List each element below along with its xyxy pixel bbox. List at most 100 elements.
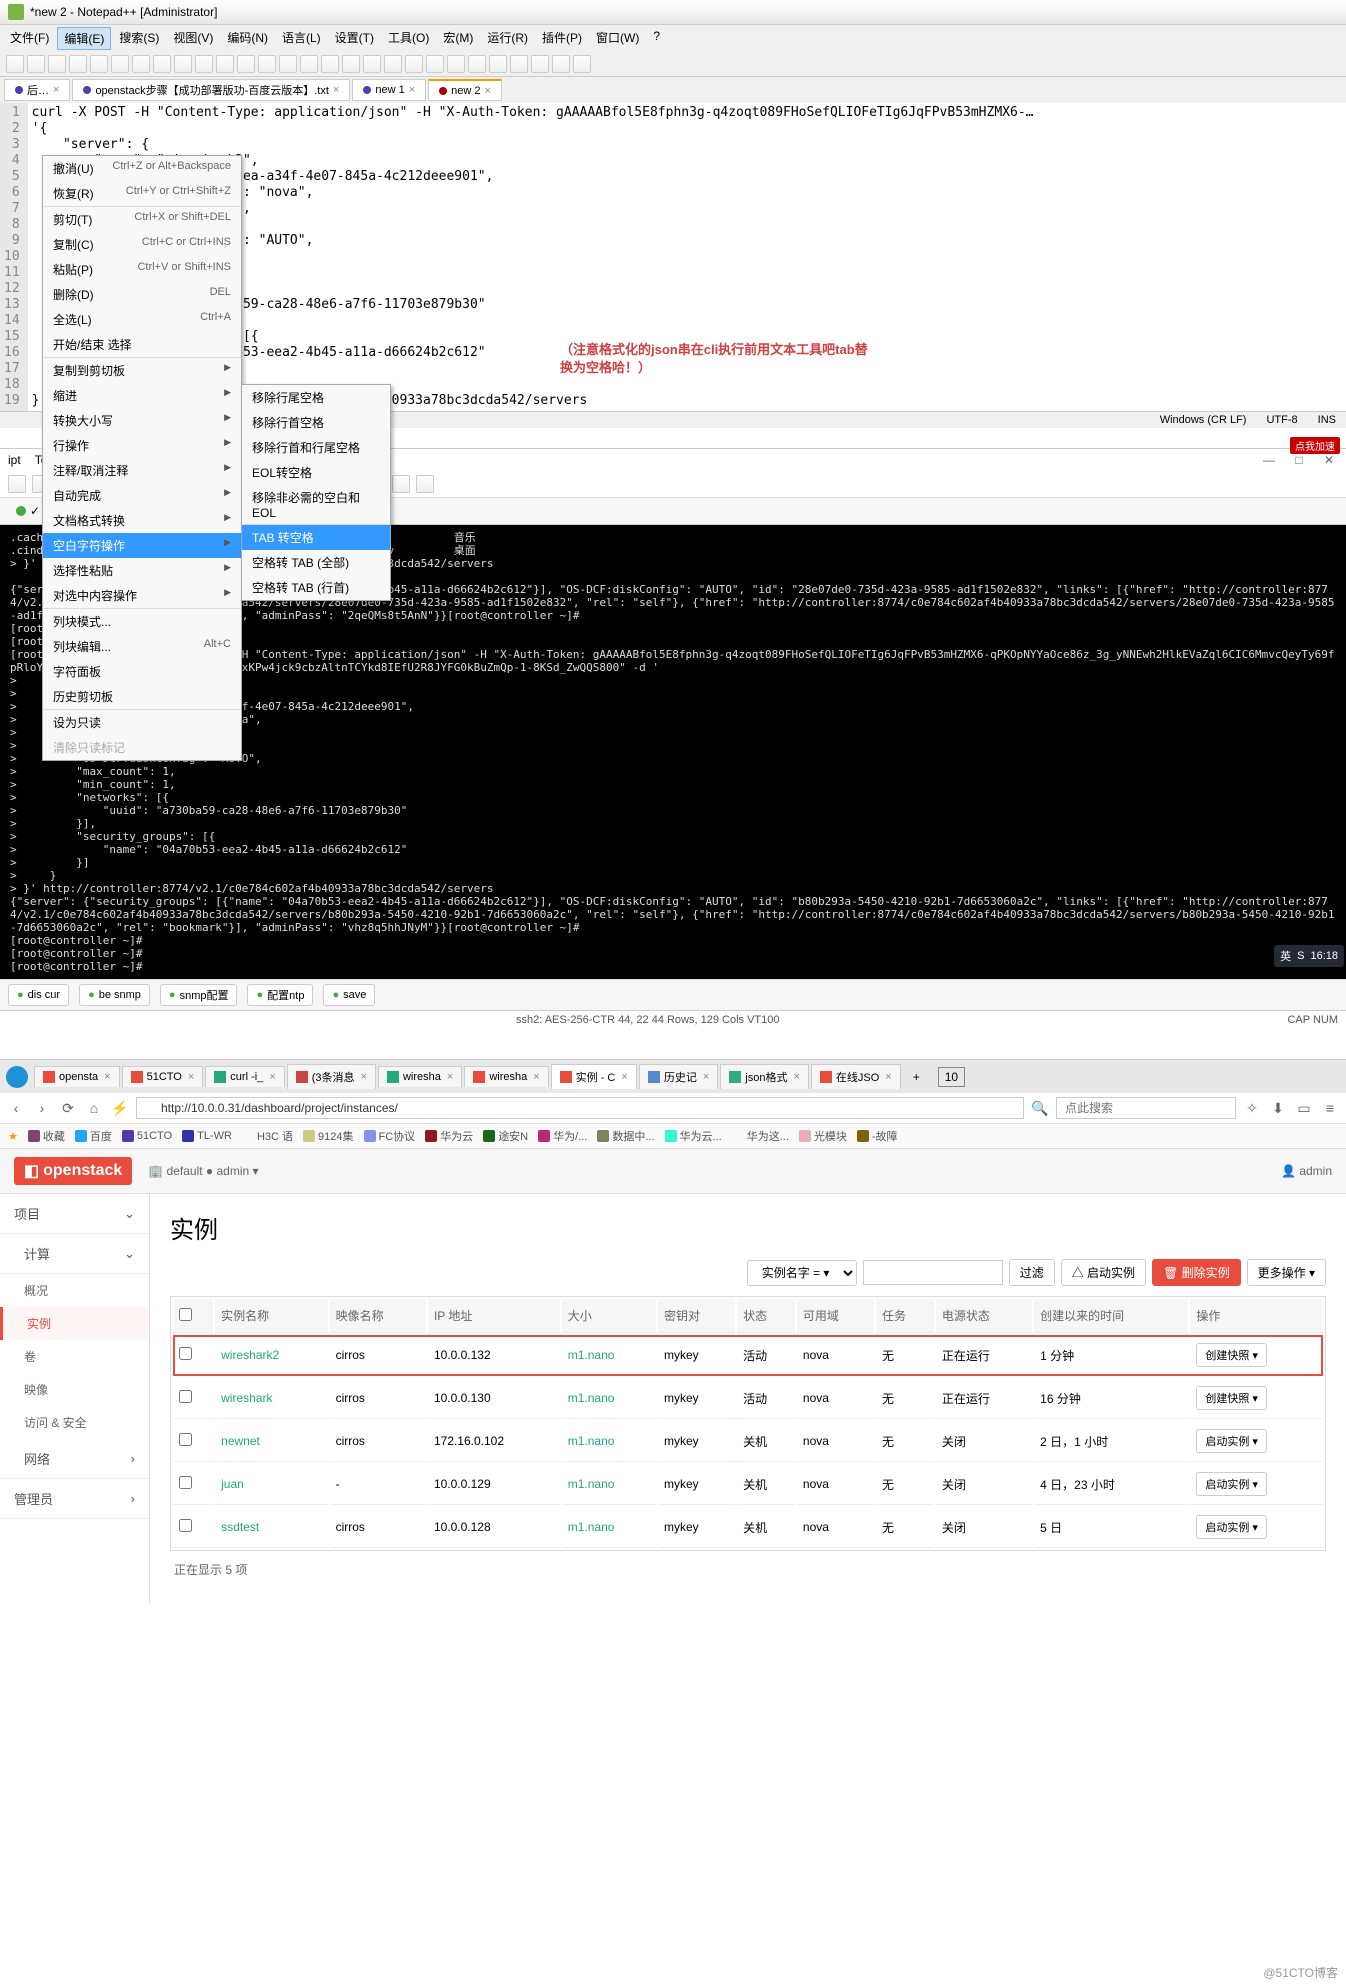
bookmark-item[interactable]: TL-WR	[182, 1130, 232, 1142]
instance-link[interactable]: ssdtest	[221, 1520, 259, 1534]
menu-item[interactable]: 空白字符操作	[43, 533, 241, 558]
menu-item[interactable]: 复制到剪切板	[43, 358, 241, 383]
bookmark-item[interactable]: 51CTO	[122, 1130, 172, 1142]
toolbar-icon-18[interactable]	[384, 55, 402, 73]
document-tab[interactable]: new 1×	[352, 79, 426, 101]
row-action-button[interactable]: 启动实例 ▾	[1196, 1429, 1267, 1453]
quick-button[interactable]: ●dis cur	[8, 984, 69, 1006]
menu-6[interactable]: 设置(T)	[329, 27, 380, 50]
menu-item[interactable]: 选择性粘贴	[43, 558, 241, 583]
new-tab-button[interactable]: +	[903, 1066, 930, 1088]
menu-item[interactable]: 对选中内容操作	[43, 583, 241, 609]
browser-tab[interactable]: (3条消息×	[287, 1064, 376, 1089]
toolbar-icon-12[interactable]	[258, 55, 276, 73]
row-action-button[interactable]: 启动实例 ▾	[1196, 1515, 1267, 1539]
delete-instance-button[interactable]: 🗑 删除实例	[1152, 1259, 1241, 1286]
bookmark-item[interactable]: 华为/...	[538, 1128, 587, 1144]
instance-link[interactable]: newnet	[221, 1434, 260, 1448]
submenu-item[interactable]: 移除非必需的空白和 EOL	[242, 485, 390, 525]
sidebar-item[interactable]: 卷	[0, 1340, 149, 1373]
flavor-link[interactable]: m1.nano	[568, 1348, 615, 1362]
submenu-item[interactable]: 移除行首和行尾空格	[242, 435, 390, 460]
document-tab[interactable]: 后…×	[4, 79, 70, 101]
menu-item[interactable]: 设为只读	[43, 710, 241, 735]
quick-button[interactable]: ●save	[323, 984, 375, 1006]
crt-menu[interactable]: ipt	[8, 453, 21, 467]
flavor-link[interactable]: m1.nano	[568, 1520, 615, 1534]
menu-item[interactable]: 剪切(T)Ctrl+X or Shift+DEL	[43, 207, 241, 232]
home-button[interactable]: ⌂	[84, 1098, 104, 1118]
flavor-link[interactable]: m1.nano	[568, 1434, 615, 1448]
browser-tab[interactable]: curl -i_×	[205, 1066, 284, 1087]
toolbar-icon-19[interactable]	[405, 55, 423, 73]
filter-button[interactable]: 过滤	[1009, 1259, 1055, 1286]
toolbar-icon-15[interactable]	[321, 55, 339, 73]
row-checkbox[interactable]	[179, 1476, 192, 1489]
submenu-item[interactable]: 空格转 TAB (全部)	[242, 550, 390, 575]
row-action-button[interactable]: 启动实例 ▾	[1196, 1472, 1267, 1496]
pip-icon[interactable]: ▭	[1294, 1098, 1314, 1118]
sidebar-section-project[interactable]: 项目⌄	[0, 1194, 149, 1234]
menu-icon[interactable]: ≡	[1320, 1098, 1340, 1118]
sidebar-item[interactable]: 概况	[0, 1274, 149, 1307]
submenu-item[interactable]: 移除行首空格	[242, 410, 390, 435]
menu-5[interactable]: 语言(L)	[276, 27, 327, 50]
menu-2[interactable]: 搜索(S)	[113, 27, 165, 50]
star-icon[interactable]: ★	[8, 1130, 18, 1143]
row-action-button[interactable]: 创建快照 ▾	[1196, 1386, 1267, 1410]
toolbar-icon-6[interactable]	[132, 55, 150, 73]
toolbar-icon-2[interactable]	[48, 55, 66, 73]
toolbar-icon-16[interactable]	[342, 55, 360, 73]
bookmark-item[interactable]: 9124集	[303, 1128, 353, 1144]
toolbar-icon-21[interactable]	[447, 55, 465, 73]
browser-tab[interactable]: opensta×	[34, 1066, 120, 1087]
filter-input[interactable]	[863, 1260, 1003, 1285]
flavor-link[interactable]: m1.nano	[568, 1477, 615, 1491]
quick-button[interactable]: ●be snmp	[79, 984, 150, 1006]
toolbar-icon-25[interactable]	[531, 55, 549, 73]
menu-item[interactable]: 转换大小写	[43, 408, 241, 433]
browser-tab[interactable]: wiresha×	[464, 1066, 548, 1087]
toolbar-icon-10[interactable]	[216, 55, 234, 73]
ie-icon[interactable]	[6, 1066, 28, 1088]
reload-button[interactable]: ⟳	[58, 1098, 78, 1118]
menu-1[interactable]: 编辑(E)	[57, 27, 111, 50]
bookmark-item[interactable]: 数据中...	[597, 1128, 654, 1144]
sidebar-item[interactable]: 映像	[0, 1373, 149, 1406]
menu-item[interactable]: 列块模式...	[43, 609, 241, 634]
crt-toolbar-icon[interactable]	[416, 475, 434, 493]
toolbar-icon-4[interactable]	[90, 55, 108, 73]
toolbar-icon-22[interactable]	[468, 55, 486, 73]
menu-4[interactable]: 编码(N)	[221, 27, 274, 50]
row-action-button[interactable]: 创建快照 ▾	[1196, 1343, 1267, 1367]
menu-0[interactable]: 文件(F)	[4, 27, 55, 50]
browser-tab[interactable]: 历史记×	[639, 1064, 718, 1089]
toolbar-icon-14[interactable]	[300, 55, 318, 73]
toolbar-icon-7[interactable]	[153, 55, 171, 73]
menu-item[interactable]: 粘贴(P)Ctrl+V or Shift+INS	[43, 257, 241, 282]
row-checkbox[interactable]	[179, 1390, 192, 1403]
menu-item[interactable]: 自动完成	[43, 483, 241, 508]
document-tab[interactable]: new 2×	[428, 79, 502, 101]
toolbar-icon-23[interactable]	[489, 55, 507, 73]
row-checkbox[interactable]	[179, 1433, 192, 1446]
bookmark-item[interactable]: -故障	[857, 1128, 898, 1144]
menu-11[interactable]: 窗口(W)	[590, 27, 645, 50]
row-checkbox[interactable]	[179, 1519, 192, 1532]
submenu-item[interactable]: 空格转 TAB (行首)	[242, 575, 390, 600]
toolbar-icon-20[interactable]	[426, 55, 444, 73]
browser-tab[interactable]: 51CTO×	[122, 1066, 204, 1087]
tray-lang-icon[interactable]: 英	[1280, 948, 1291, 964]
openstack-logo[interactable]: ◧ openstack	[14, 1157, 132, 1185]
filter-type-select[interactable]: 实例名字 = ▾	[747, 1260, 857, 1286]
project-selector[interactable]: 🏢 default ● admin ▾	[148, 1164, 258, 1178]
bookmark-item[interactable]: 光模块	[799, 1128, 847, 1144]
sidebar-item[interactable]: 实例	[0, 1307, 149, 1340]
extensions-icon[interactable]: ✧	[1242, 1098, 1262, 1118]
menu-item[interactable]: 缩进	[43, 383, 241, 408]
bookmark-item[interactable]: 华为云	[425, 1128, 473, 1144]
submenu-item[interactable]: TAB 转空格	[242, 525, 390, 550]
sidebar-section-compute[interactable]: 计算⌄	[0, 1234, 149, 1274]
menu-3[interactable]: 视图(V)	[167, 27, 219, 50]
bookmark-item[interactable]: 途安N	[483, 1128, 528, 1144]
